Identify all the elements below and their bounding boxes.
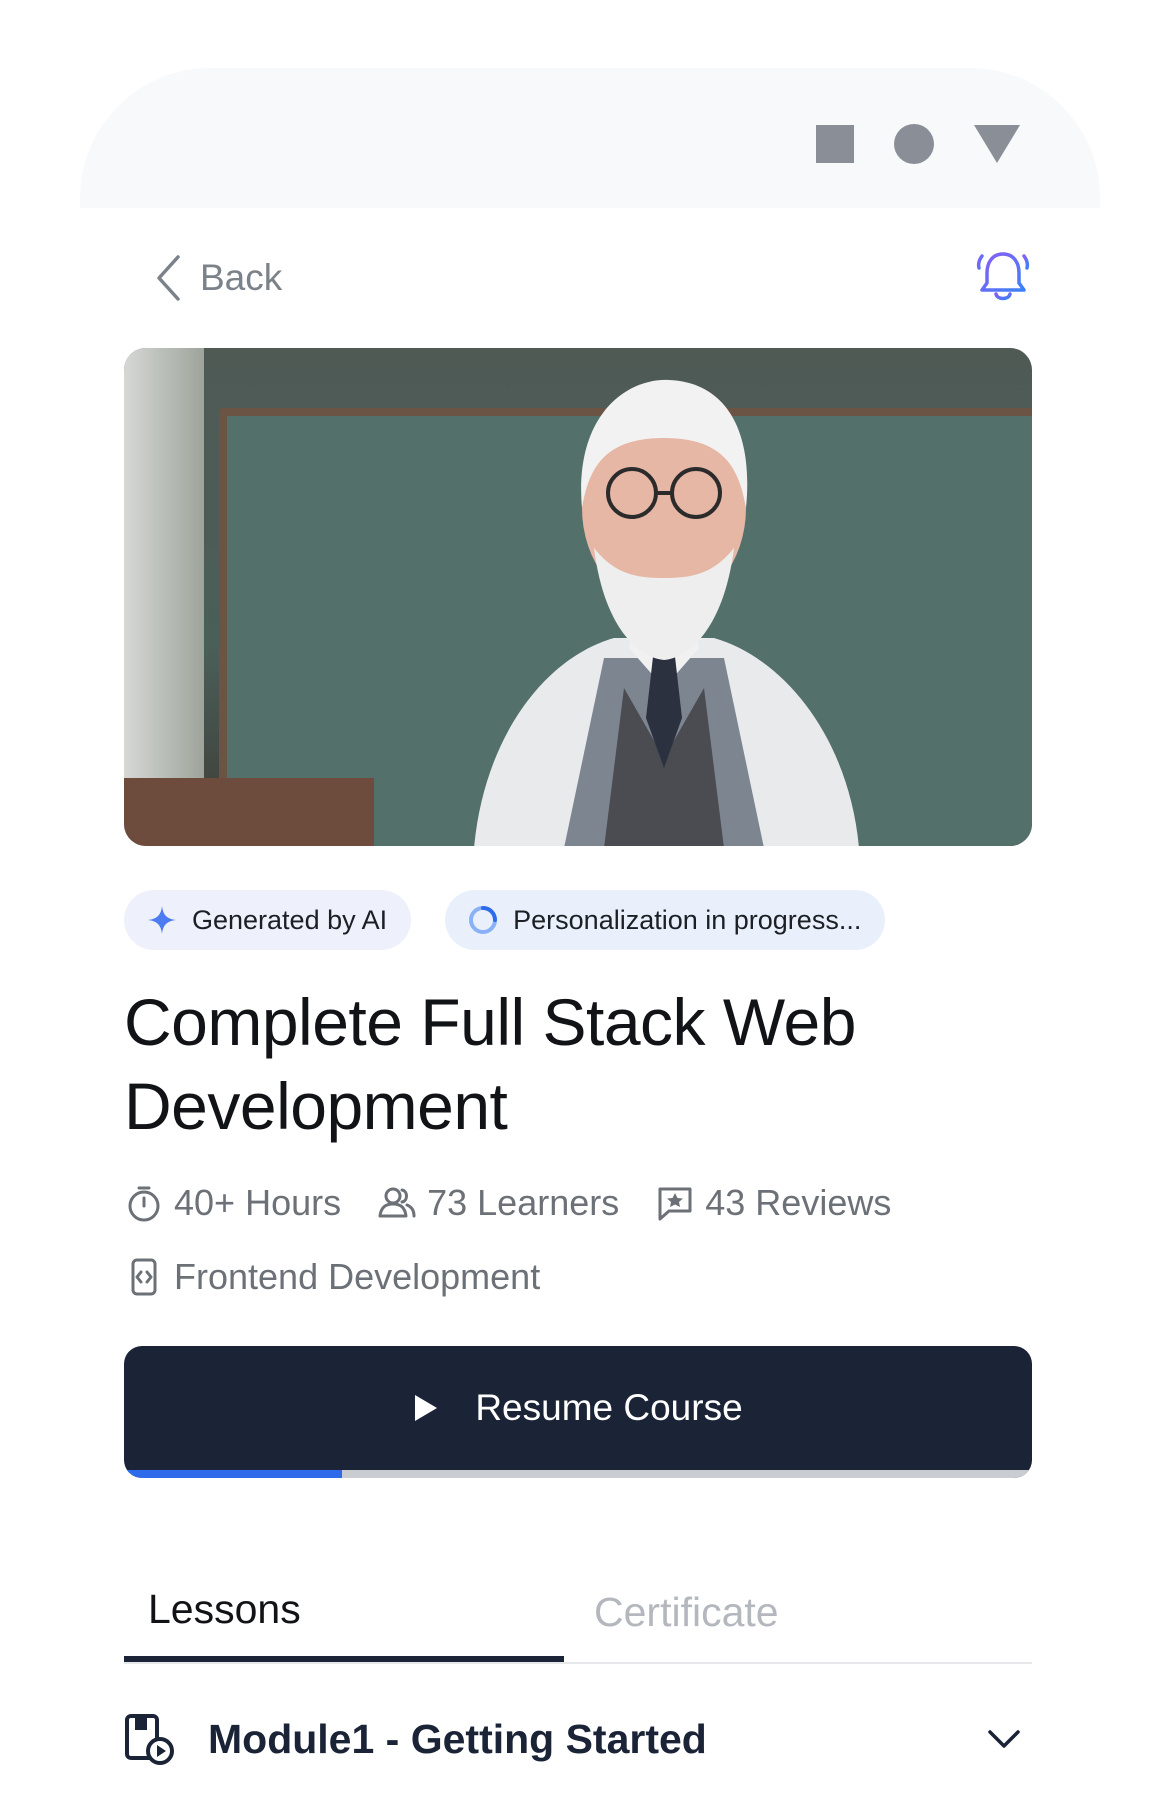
tab-lessons[interactable]: Lessons — [124, 1562, 564, 1662]
course-page: Back Generated by AI Personalization in … — [124, 208, 1032, 1774]
course-tabs: Lessons Certificate — [124, 1562, 1032, 1664]
category-value: Frontend Development — [174, 1256, 541, 1297]
resume-course-button[interactable]: Resume Course — [124, 1346, 1032, 1478]
course-category-row: Frontend Development — [124, 1256, 1032, 1298]
module-video-icon — [125, 1714, 174, 1765]
badge-row: Generated by AI Personalization in progr… — [124, 890, 1032, 950]
personalization-badge-label: Personalization in progress... — [513, 904, 862, 935]
ai-badge-label: Generated by AI — [192, 904, 388, 935]
instructor-figure — [474, 379, 859, 846]
users-icon — [378, 1187, 416, 1218]
course-progress-fill — [124, 1470, 342, 1478]
hours-stat: 40+ Hours — [124, 1182, 341, 1224]
sparkle-icon — [148, 906, 176, 934]
course-hero-image — [124, 348, 1032, 846]
loading-spinner-icon — [469, 906, 498, 934]
stopwatch-icon — [128, 1186, 160, 1222]
learners-stat: 73 Learners — [377, 1182, 619, 1224]
module-title: Module1 - Getting Started — [208, 1715, 707, 1762]
course-stats: 40+ Hours 73 Learners 43 Reviews — [124, 1182, 1032, 1224]
learners-value: 73 Learners — [427, 1182, 620, 1223]
category-stat: Frontend Development — [124, 1256, 540, 1298]
module-header[interactable]: Module1 - Getting Started — [124, 1704, 1032, 1774]
course-progress-bar — [124, 1470, 1032, 1478]
top-bar: Back — [124, 208, 1032, 348]
reviews-value: 43 Reviews — [705, 1182, 892, 1223]
reviews-stat: 43 Reviews — [655, 1182, 891, 1224]
review-star-icon — [658, 1187, 692, 1221]
square-icon — [816, 125, 854, 163]
resume-button-label: Resume Course — [475, 1387, 743, 1428]
notification-button[interactable] — [974, 246, 1032, 311]
hours-value: 40+ Hours — [174, 1182, 342, 1223]
chevron-down-icon[interactable] — [986, 1727, 1022, 1751]
play-icon — [415, 1395, 438, 1421]
circle-icon — [894, 124, 934, 164]
resume-button-content: Resume Course — [124, 1346, 1032, 1470]
ai-generated-badge: Generated by AI — [124, 890, 412, 950]
status-icons — [816, 124, 1020, 164]
bell-icon — [976, 251, 1030, 300]
course-title: Complete Full Stack Web Development — [124, 985, 856, 1143]
back-label: Back — [200, 257, 283, 298]
personalization-badge: Personalization in progress... — [445, 890, 886, 950]
classroom-desk — [124, 778, 374, 846]
code-device-icon — [131, 1258, 157, 1296]
tab-certificate[interactable]: Certificate — [564, 1562, 1004, 1662]
classroom-window — [124, 348, 204, 846]
back-button[interactable]: Back — [124, 253, 282, 303]
triangle-icon — [974, 125, 1020, 163]
status-bar — [80, 68, 1100, 208]
chevron-left-icon — [157, 255, 180, 301]
